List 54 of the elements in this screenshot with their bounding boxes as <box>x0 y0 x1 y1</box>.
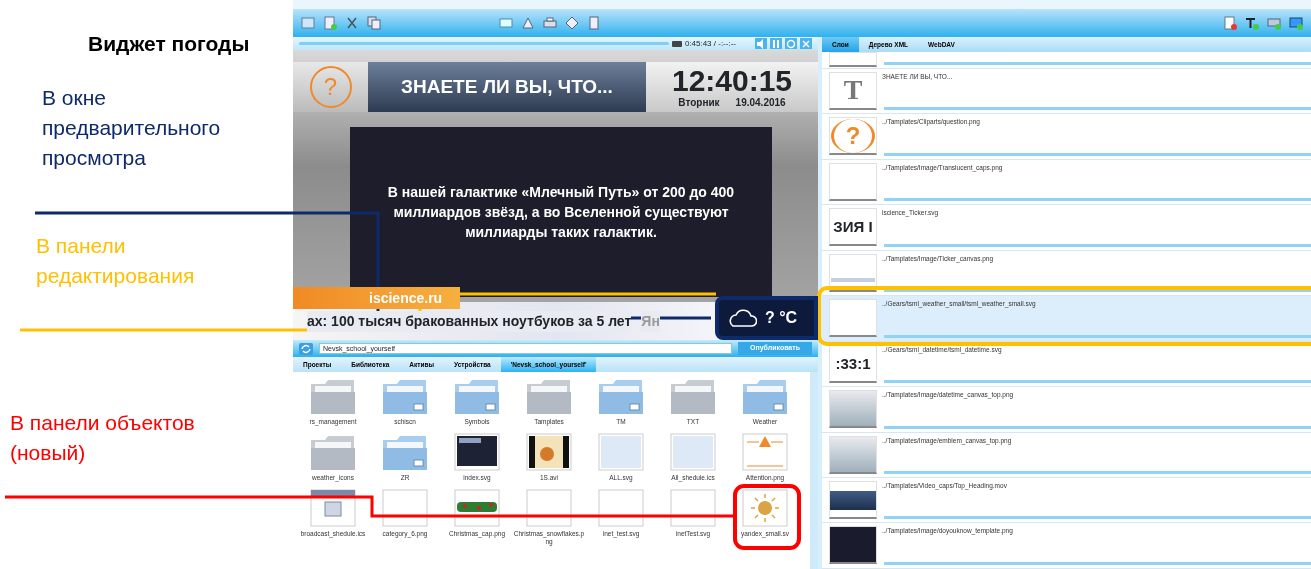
delete-layer-icon[interactable] <box>1223 16 1237 30</box>
window-icon[interactable] <box>301 16 315 30</box>
timecode: 0:45:43 / -:--:-- <box>684 37 736 50</box>
question-mark-icon: ? <box>309 66 352 108</box>
image-thumbnail[interactable] <box>669 432 717 472</box>
copy-icon[interactable] <box>367 16 381 30</box>
ticker-text: Ян <box>641 310 660 332</box>
add-ticker-icon[interactable] <box>1267 16 1281 30</box>
video-thumbnail[interactable] <box>525 432 573 472</box>
layer-thumbnail <box>829 162 877 201</box>
layer-thumbnail <box>829 390 877 428</box>
thumbnail-text: :33:1 <box>835 355 871 371</box>
speaker-icon[interactable] <box>755 38 767 49</box>
garland-thumbnail[interactable] <box>453 488 501 528</box>
refresh-icon[interactable] <box>785 38 797 49</box>
blank-thumbnail[interactable] <box>669 488 717 528</box>
close-icon[interactable] <box>800 38 812 49</box>
cloud-icon <box>727 308 757 328</box>
blank-thumbnail[interactable] <box>597 488 645 528</box>
layer-thumbnail <box>829 435 877 474</box>
blank-thumbnail[interactable] <box>525 488 573 528</box>
callout-label: В панели объектов (новый) <box>10 410 196 466</box>
cut-icon[interactable] <box>345 16 359 30</box>
printer-icon[interactable] <box>543 16 557 30</box>
warning-thumbnail[interactable] <box>741 432 789 472</box>
thumbnail-text: T <box>843 76 863 105</box>
ticker-text: ах: 100 тысяч бракованных ноутбуков за 5 лет <box>307 310 632 332</box>
battery-icon <box>671 40 682 47</box>
sync-icon[interactable] <box>299 342 313 355</box>
image-thumbnail[interactable] <box>597 432 645 472</box>
pause-icon[interactable] <box>770 38 782 49</box>
diamond-icon[interactable] <box>565 16 579 30</box>
image-thumbnail[interactable] <box>453 432 501 472</box>
page-icon[interactable] <box>587 16 601 30</box>
add-screen-icon[interactable] <box>1289 16 1303 30</box>
temperature-text: ? °C <box>765 308 798 328</box>
triangle-icon[interactable] <box>521 16 535 30</box>
clock-time: 12:40:15 <box>671 66 793 96</box>
blank-thumbnail[interactable] <box>381 488 429 528</box>
layer-thumbnail <box>829 526 877 565</box>
new-file-icon[interactable] <box>323 16 337 30</box>
callout-label: В панели редактирования <box>36 233 196 289</box>
headline-banner: ЗНАЕТЕ ЛИ ВЫ, ЧТО... <box>368 62 646 112</box>
layer-thumbnail <box>829 481 877 519</box>
add-text-icon[interactable] <box>1245 16 1259 30</box>
thumbnail-text: ЗИЯ I <box>833 219 873 235</box>
weekday-text: Вторник <box>678 98 720 108</box>
callout-label: В окне предварительного просмотра <box>42 85 222 171</box>
screen-icon[interactable] <box>499 16 513 30</box>
widget-title: Виджет погоды <box>88 31 251 57</box>
sun-icon[interactable] <box>741 488 789 528</box>
layer-thumbnail <box>829 299 877 338</box>
layer-row[interactable] <box>822 51 1311 69</box>
date-text: 19.04.2016 <box>735 98 786 108</box>
